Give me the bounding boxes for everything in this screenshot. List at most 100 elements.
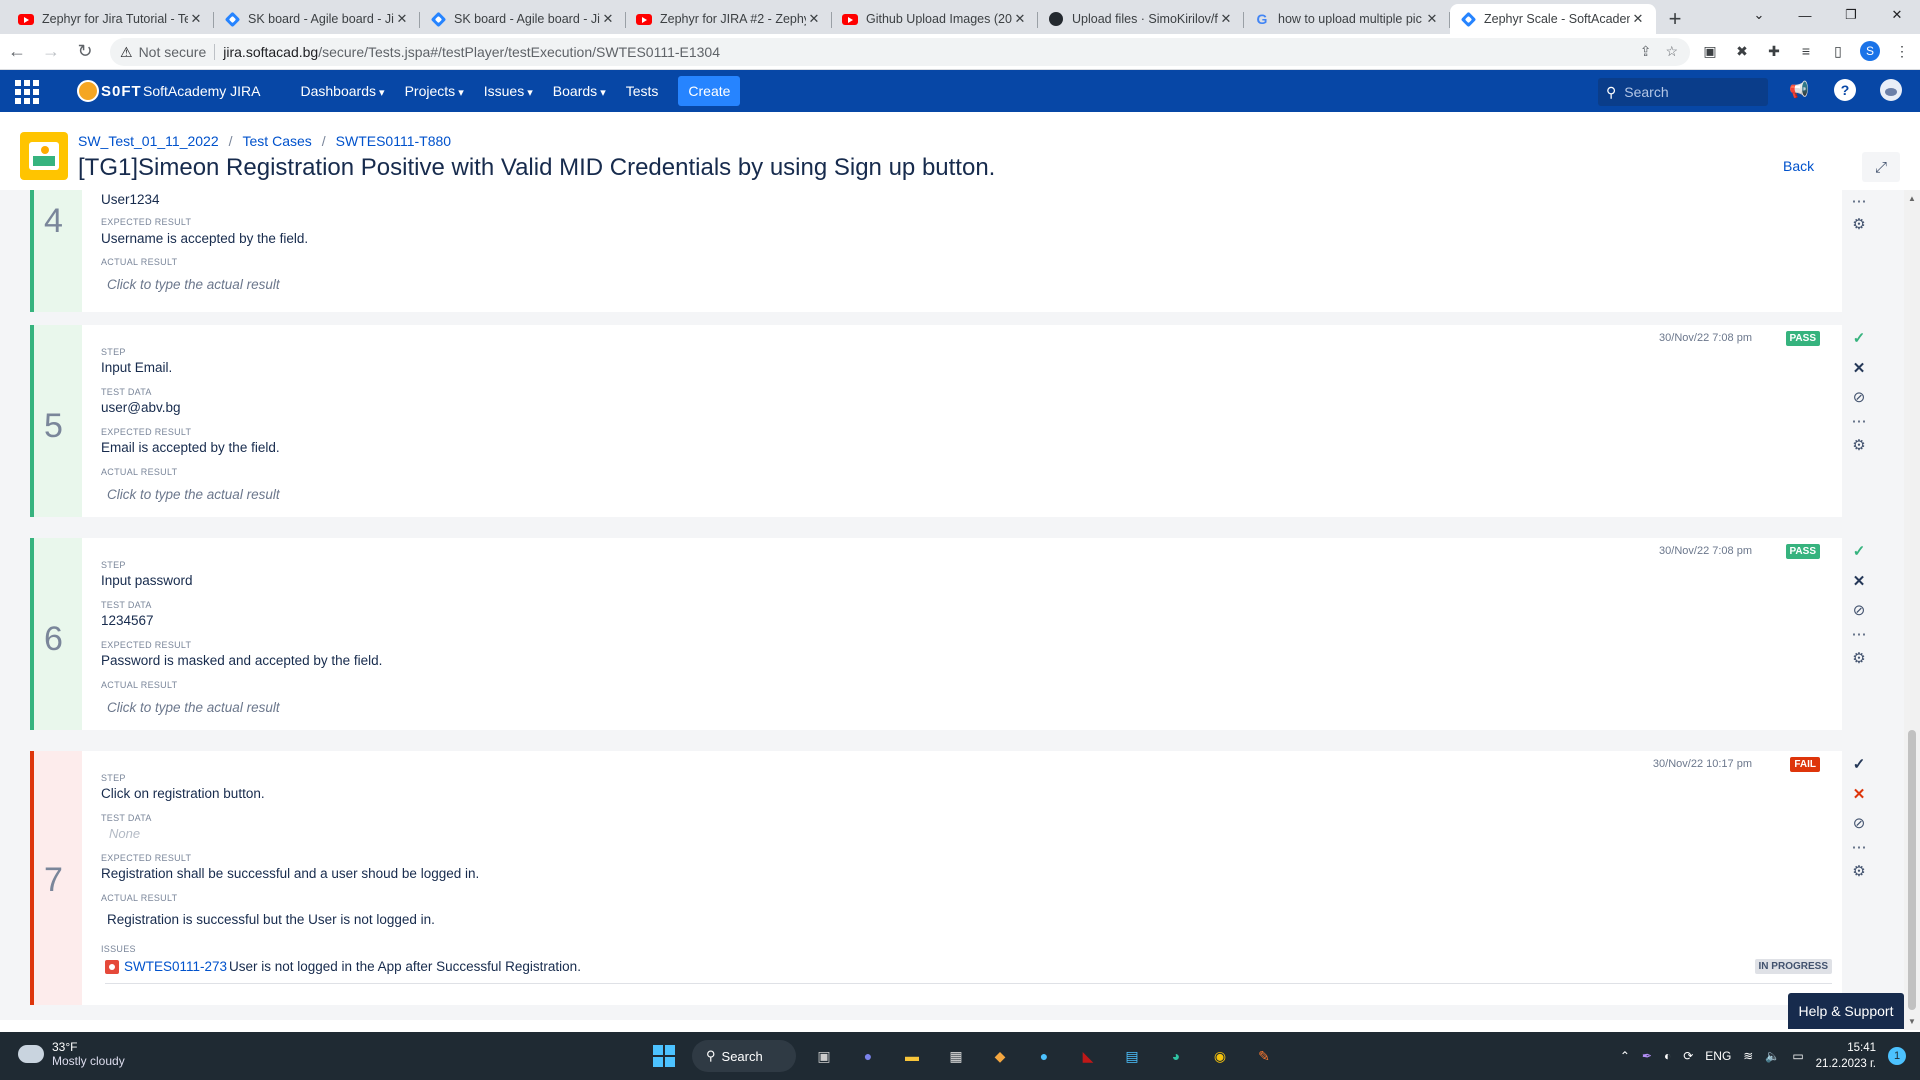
more-options-icon[interactable]: ⋯ <box>1843 412 1875 430</box>
pen-icon[interactable]: ✒ <box>1642 1049 1652 1063</box>
pass-check-icon[interactable]: ✓ <box>1843 329 1875 347</box>
search-input[interactable]: ⚲ Search <box>1598 78 1768 106</box>
fail-x-icon[interactable]: ✕ <box>1843 359 1875 377</box>
expand-icon[interactable]: ⤢ <box>1862 152 1900 182</box>
address-bar[interactable]: ⚠ Not secure jira.softacad.bg/secure/Tes… <box>110 38 1690 66</box>
more-options-icon[interactable]: ⋯ <box>1843 625 1875 643</box>
help-support-button[interactable]: Help & Support <box>1788 993 1904 1029</box>
microsoft-store-icon[interactable]: ▦ <box>940 1040 972 1072</box>
close-tab-icon[interactable]: ✕ <box>394 11 410 27</box>
help-icon[interactable]: ? <box>1834 79 1856 101</box>
reload-icon[interactable]: ↻ <box>68 37 102 67</box>
forward-arrow-icon[interactable]: → <box>34 37 68 67</box>
scrollbar-thumb[interactable] <box>1908 730 1916 1010</box>
pass-check-icon[interactable]: ✓ <box>1843 755 1875 773</box>
nav-projects[interactable]: Projects <box>405 83 464 99</box>
paint-icon[interactable]: ✎ <box>1248 1040 1280 1072</box>
language-indicator[interactable]: ENG <box>1705 1049 1731 1063</box>
breadcrumb-test-key[interactable]: SWTES0111-T880 <box>336 133 451 149</box>
actual-result-input[interactable]: Click to type the actual result <box>107 277 280 292</box>
task-view-icon[interactable]: ▣ <box>808 1040 840 1072</box>
jira-logo[interactable]: S0FT SoftAcademy JIRA <box>77 76 261 106</box>
user-avatar[interactable] <box>1880 79 1902 101</box>
edge-icon[interactable]: ◕ <box>1160 1040 1192 1072</box>
scroll-down-icon[interactable]: ▼ <box>1908 1017 1916 1026</box>
show-hidden-icons-icon[interactable]: ⌃ <box>1620 1049 1630 1063</box>
close-tab-icon[interactable]: ✕ <box>1012 11 1028 27</box>
more-options-icon[interactable]: ⋯ <box>1843 838 1875 856</box>
back-link[interactable]: Back <box>1783 158 1814 174</box>
browser-tab[interactable]: SK board - Agile board - Jir ✕ <box>214 4 420 34</box>
taskbar-search[interactable]: ⚲ Search <box>692 1040 796 1072</box>
nav-boards[interactable]: Boards <box>553 83 606 99</box>
weather-widget[interactable]: 33°F Mostly cloudy <box>14 1040 125 1068</box>
teams-chat-icon[interactable]: ● <box>852 1040 884 1072</box>
settings-gear-icon[interactable]: ⚙ <box>1843 436 1875 454</box>
close-tab-icon[interactable]: ✕ <box>1424 11 1440 27</box>
tray-app-icon[interactable]: ◐ <box>1664 1049 1671 1063</box>
windows-start-icon[interactable] <box>648 1040 680 1072</box>
breadcrumb-project[interactable]: SW_Test_01_11_2022 <box>78 133 219 149</box>
settings-gear-icon[interactable]: ⚙ <box>1843 862 1875 880</box>
app-switcher-icon[interactable] <box>15 80 41 104</box>
notepad-icon[interactable]: ▤ <box>1116 1040 1148 1072</box>
breadcrumb-test-cases[interactable]: Test Cases <box>243 133 312 149</box>
help-app-icon[interactable]: ● <box>1028 1040 1060 1072</box>
close-tab-icon[interactable]: ✕ <box>1218 11 1234 27</box>
browser-tab[interactable]: Zephyr for Jira Tutorial - Te ✕ <box>8 4 214 34</box>
battery-icon[interactable]: ▭ <box>1792 1049 1803 1063</box>
settings-gear-icon[interactable]: ⚙ <box>1843 649 1875 667</box>
scroll-up-icon[interactable]: ▲ <box>1908 194 1916 203</box>
minimize-icon[interactable]: — <box>1782 0 1828 30</box>
browser-tab[interactable]: Upload files · SimoKirilov/f ✕ <box>1038 4 1244 34</box>
share-icon[interactable]: ⇪ <box>1640 43 1652 60</box>
extension-icon[interactable]: ▣ <box>1700 41 1720 61</box>
sync-icon[interactable]: ⟳ <box>1683 1049 1693 1063</box>
actual-result-input[interactable]: Click to type the actual result <box>107 700 280 715</box>
blocked-icon[interactable]: ⊘ <box>1843 814 1875 832</box>
bookmark-star-icon[interactable]: ☆ <box>1665 43 1678 60</box>
close-window-icon[interactable]: ✕ <box>1874 0 1920 30</box>
browser-tab[interactable]: SK board - Agile board - Jir ✕ <box>420 4 626 34</box>
settings-gear-icon[interactable]: ⚙ <box>1843 215 1875 233</box>
nav-issues[interactable]: Issues <box>484 83 533 99</box>
browser-tab[interactable]: Zephyr for JIRA #2 - Zephy ✕ <box>626 4 832 34</box>
close-tab-icon[interactable]: ✕ <box>188 11 204 27</box>
clock[interactable]: 15:41 21.2.2023 г. <box>1816 1040 1876 1072</box>
browser-tab-active[interactable]: Zephyr Scale - SoftAcadem ✕ <box>1450 4 1656 34</box>
linked-issue-key[interactable]: SWTES0111-273 <box>124 959 227 974</box>
menu-kebab-icon[interactable]: ⋮ <box>1892 41 1912 61</box>
page-scrollbar[interactable]: ▲ ▼ <box>1904 190 1920 1030</box>
restore-icon[interactable]: ❐ <box>1828 0 1874 30</box>
side-panel-icon[interactable]: ▯ <box>1828 41 1848 61</box>
actual-result-value[interactable]: Registration is successful but the User … <box>107 912 435 927</box>
mcafee-icon[interactable]: ◣ <box>1072 1040 1104 1072</box>
reading-list-icon[interactable]: ≡ <box>1796 41 1816 61</box>
notification-badge[interactable]: 1 <box>1888 1047 1906 1065</box>
nav-dashboards[interactable]: Dashboards <box>301 83 385 99</box>
file-explorer-icon[interactable]: ▬ <box>896 1040 928 1072</box>
nav-tests[interactable]: Tests <box>626 83 659 99</box>
close-tab-icon[interactable]: ✕ <box>1630 11 1646 27</box>
actual-result-input[interactable]: Click to type the actual result <box>107 487 280 502</box>
volume-icon[interactable]: 🔈 <box>1765 1049 1780 1063</box>
wifi-icon[interactable]: ≋ <box>1743 1049 1753 1063</box>
fail-x-icon[interactable]: ✕ <box>1843 785 1875 803</box>
browser-tab[interactable]: Ghow to upload multiple pic ✕ <box>1244 4 1450 34</box>
mcafee-wallet-icon[interactable]: ◆ <box>984 1040 1016 1072</box>
blocked-icon[interactable]: ⊘ <box>1843 388 1875 406</box>
new-tab-button[interactable]: + <box>1660 4 1690 34</box>
blocked-icon[interactable]: ⊘ <box>1843 601 1875 619</box>
profile-avatar[interactable]: S <box>1860 41 1880 61</box>
back-arrow-icon[interactable]: ← <box>0 37 34 67</box>
more-options-icon[interactable]: ⋯ <box>1843 192 1875 210</box>
tab-search-icon[interactable]: ⌄ <box>1736 0 1782 30</box>
close-tab-icon[interactable]: ✕ <box>806 11 822 27</box>
fail-x-icon[interactable]: ✕ <box>1843 572 1875 590</box>
extension-x-icon[interactable]: ✖ <box>1732 41 1752 61</box>
create-button[interactable]: Create <box>678 76 741 106</box>
puzzle-icon[interactable]: ✚ <box>1764 41 1784 61</box>
pass-check-icon[interactable]: ✓ <box>1843 542 1875 560</box>
megaphone-icon[interactable]: 📢 <box>1788 79 1810 101</box>
chrome-icon[interactable]: ◉ <box>1204 1040 1236 1072</box>
